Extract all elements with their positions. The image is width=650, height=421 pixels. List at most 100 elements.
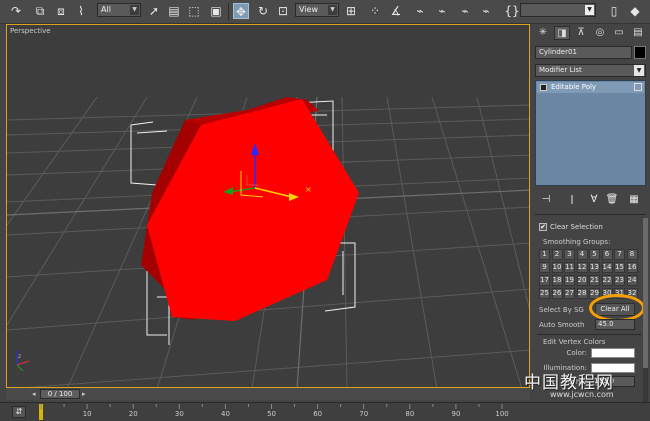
move-icon[interactable]: ✥ <box>233 3 249 19</box>
clear-selection-checkbox[interactable]: ✔ Clear Selection <box>539 222 603 232</box>
named-selection-icon[interactable]: ⌁ <box>457 3 473 19</box>
unlink-icon[interactable]: ⧈ <box>53 3 69 19</box>
smoothing-group-button[interactable]: 15 <box>614 262 625 273</box>
smoothing-group-button[interactable]: 12 <box>576 262 588 273</box>
max-window: ↷ ⧉ ⧈ ⌇ All ▼ ➚ ▤ ⬚ ▣ ✥ ↻ ⊡ View ▼ ⊞ ⁘ ∡… <box>0 0 650 421</box>
link-icon[interactable]: ⧉ <box>32 3 48 19</box>
smoothing-group-button[interactable]: 19 <box>564 275 575 286</box>
make-unique-icon[interactable]: ∀ <box>587 193 601 207</box>
tab-motion-icon[interactable]: ◎ <box>592 26 608 40</box>
smoothing-group-button[interactable]: 9 <box>539 262 550 273</box>
smoothing-group-button[interactable]: 8 <box>626 249 638 260</box>
redo-icon[interactable]: ↷ <box>8 3 24 19</box>
main-toolbar: ↷ ⧉ ⧈ ⌇ All ▼ ➚ ▤ ⬚ ▣ ✥ ↻ ⊡ View ▼ ⊞ ⁘ ∡… <box>0 0 650 24</box>
auto-smooth-threshold[interactable]: 45.0 <box>595 319 635 330</box>
smoothing-group-button[interactable]: 3 <box>564 249 575 260</box>
tab-utilities-icon[interactable]: ▤ <box>630 26 646 40</box>
smoothing-group-button[interactable]: 4 <box>576 249 588 260</box>
axis-tripod: z <box>16 351 30 372</box>
modifier-list-dropdown[interactable]: Modifier List ▼ <box>535 64 646 77</box>
stack-item-editable-poly[interactable]: Editable Poly <box>537 82 644 93</box>
smoothing-group-button[interactable]: 7 <box>614 249 625 260</box>
mirror-icon[interactable]: ⌁ <box>478 3 494 19</box>
smoothing-group-button[interactable]: 26 <box>551 288 563 299</box>
modifier-stack[interactable]: Editable Poly <box>535 80 646 186</box>
chevron-down-icon: ▼ <box>585 5 594 15</box>
edit-named-selection-icon[interactable]: {} <box>504 3 520 19</box>
stack-toolbar: ⊣ ǀ ∀ 🗑 ▦ <box>535 190 646 210</box>
track-bar-label: 60 <box>313 410 323 418</box>
select-object-icon[interactable]: ➚ <box>146 3 162 19</box>
tab-display-icon[interactable]: ▭ <box>611 26 627 40</box>
smoothing-group-button[interactable]: 16 <box>626 262 638 273</box>
smoothing-groups-label: Smoothing Groups: <box>543 238 611 246</box>
configure-sets-icon[interactable]: ▦ <box>627 193 641 207</box>
vertex-color-swatch[interactable] <box>591 348 635 358</box>
time-slider[interactable]: 0 / 100 <box>40 389 80 399</box>
smoothing-group-button[interactable]: 21 <box>589 275 600 286</box>
smoothing-group-button[interactable]: 18 <box>551 275 563 286</box>
expand-icon[interactable] <box>540 84 547 91</box>
stack-item-label: Editable Poly <box>551 83 597 91</box>
rotate-icon[interactable]: ↻ <box>255 3 271 19</box>
chevron-down-icon: ▼ <box>130 5 139 15</box>
stack-item-toggle[interactable] <box>634 83 642 91</box>
viewport-label[interactable]: Perspective <box>10 27 51 35</box>
rect-selection-icon[interactable]: ⬚ <box>186 3 202 19</box>
smoothing-group-button[interactable]: 25 <box>539 288 550 299</box>
angle-snap-icon[interactable]: ∡ <box>388 3 404 19</box>
track-bar-label: 10 <box>82 410 92 418</box>
pivot-center-icon[interactable]: ⊞ <box>343 3 359 19</box>
next-frame-icon[interactable]: ▸ <box>82 389 90 399</box>
track-bar-label: 50 <box>267 410 277 418</box>
smoothing-group-button[interactable]: 23 <box>614 275 625 286</box>
percent-snap-icon[interactable]: ⌁ <box>412 3 428 19</box>
reference-coord-value: View <box>299 5 318 14</box>
smoothing-group-button[interactable]: 11 <box>564 262 575 273</box>
pin-stack-icon[interactable]: ⊣ <box>539 193 553 207</box>
command-panel-tabs: ✳ ◨ ⊼ ◎ ▭ ▤ <box>533 24 650 42</box>
object-name-field[interactable]: Cylinder01 <box>535 46 632 59</box>
object-color-swatch[interactable] <box>634 46 646 59</box>
watermark-url: www.jcwcn.com <box>550 390 614 399</box>
selection-filter-dropdown[interactable]: All ▼ <box>97 3 141 17</box>
mirror-tool-icon[interactable]: ▯ <box>606 3 622 19</box>
track-bar-label: 40 <box>221 410 230 418</box>
auto-smooth-label[interactable]: Auto Smooth <box>539 321 589 329</box>
scale-icon[interactable]: ⊡ <box>275 3 291 19</box>
tab-create-icon[interactable]: ✳ <box>535 26 551 40</box>
smoothing-group-button[interactable]: 20 <box>576 275 588 286</box>
remove-modifier-icon[interactable]: 🗑 <box>605 193 619 207</box>
bind-space-warp-icon[interactable]: ⌇ <box>73 3 89 19</box>
time-slider-bar: ◂ 0 / 100 ▸ <box>6 388 530 400</box>
tab-hierarchy-icon[interactable]: ⊼ <box>573 26 589 40</box>
smoothing-group-button[interactable]: 1 <box>539 249 550 260</box>
smoothing-group-button[interactable]: 5 <box>589 249 600 260</box>
spinner-snap-icon[interactable]: ⌁ <box>434 3 450 19</box>
smoothing-group-button[interactable]: 24 <box>626 275 638 286</box>
tab-modify-icon[interactable]: ◨ <box>554 26 570 40</box>
smoothing-group-button[interactable]: 28 <box>576 288 588 299</box>
reference-coord-dropdown[interactable]: View ▼ <box>295 3 339 17</box>
perspective-viewport[interactable]: × z Perspective <box>6 24 530 388</box>
select-by-name-icon[interactable]: ▤ <box>166 3 182 19</box>
prev-frame-icon[interactable]: ◂ <box>32 389 40 399</box>
smoothing-group-button[interactable]: 17 <box>539 275 550 286</box>
svg-text:×: × <box>305 185 312 194</box>
smoothing-group-button[interactable]: 6 <box>601 249 613 260</box>
smoothing-group-button[interactable]: 22 <box>601 275 613 286</box>
scrollbar-thumb[interactable] <box>643 218 648 368</box>
smoothing-group-button[interactable]: 10 <box>551 262 563 273</box>
smoothing-group-button[interactable]: 2 <box>551 249 563 260</box>
smoothing-group-button[interactable]: 14 <box>601 262 613 273</box>
cylinder-front-face <box>147 99 359 321</box>
smoothing-group-button[interactable]: 27 <box>564 288 575 299</box>
window-crossing-icon[interactable]: ▣ <box>208 3 224 19</box>
show-end-result-icon[interactable]: ǀ <box>565 193 579 207</box>
check-icon: ✔ <box>539 223 547 231</box>
named-selection-set-dropdown[interactable]: ▼ <box>520 3 596 17</box>
align-icon[interactable]: ◆ <box>627 3 643 19</box>
snap-toggle-icon[interactable]: ⁘ <box>367 3 383 19</box>
divider <box>535 214 646 215</box>
smoothing-group-button[interactable]: 13 <box>589 262 600 273</box>
